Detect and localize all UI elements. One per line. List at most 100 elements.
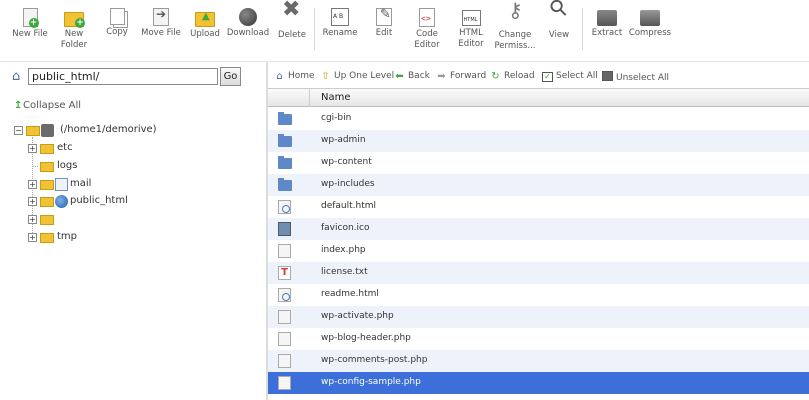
new-folder-button[interactable]: + New Folder [54, 4, 94, 60]
tree-root[interactable]: − (/home1/demorive) [14, 123, 214, 139]
forward-arrow-icon: ➡ [437, 71, 446, 82]
edit-button[interactable]: Edit [366, 4, 402, 60]
select-all-button[interactable]: ✓ Select All [542, 71, 598, 82]
toolbar: + New File + New Folder Copy Move File U… [0, 0, 809, 62]
tree-item-logs[interactable]: logs [28, 159, 228, 175]
new-file-icon: + [22, 8, 39, 28]
directory-tree: ↥Collapse All − (/home1/demorive) + etc … [0, 92, 266, 400]
forward-button[interactable]: ➡ Forward [436, 71, 486, 82]
file-row[interactable]: cgi-bin [268, 108, 809, 130]
delete-label: Delete [278, 30, 306, 40]
change-permissions-button[interactable]: Change Permiss... [494, 4, 536, 60]
file-name: default.html [321, 201, 377, 211]
folder-icon [40, 215, 54, 225]
path-input[interactable] [28, 68, 218, 85]
file-table: Name cgi-bin wp-admin wp-content wp-include… [268, 88, 809, 400]
file-row[interactable]: Tlicense.txt [268, 262, 809, 284]
file-table-header: Name [268, 88, 809, 107]
html-editor-icon [461, 10, 481, 26]
copy-button[interactable]: Copy [100, 4, 134, 60]
file-name: wp-admin [321, 135, 366, 145]
file-name: wp-content [321, 157, 372, 167]
tree-item-tmp[interactable]: + tmp [28, 230, 228, 246]
move-file-button[interactable]: Move File [138, 4, 184, 60]
edit-label: Edit [375, 28, 393, 38]
new-file-button[interactable]: + New File [8, 4, 52, 60]
tree-item-unnamed[interactable]: + [28, 212, 228, 228]
select-all-label: Select All [556, 71, 598, 81]
up-one-level-label: Up One Level [334, 71, 395, 81]
download-button[interactable]: Download [226, 4, 270, 60]
home-icon: ⌂ [276, 71, 283, 82]
file-row[interactable]: wp-content [268, 152, 809, 174]
file-row[interactable]: wp-includes [268, 174, 809, 196]
file-row[interactable]: readme.html [268, 284, 809, 306]
upload-label: Upload [190, 29, 220, 39]
tree-root-label: (/home1/demorive) [60, 124, 157, 135]
extract-icon [597, 10, 617, 26]
collapse-node-icon[interactable]: − [14, 126, 23, 135]
text-file-icon: T [278, 266, 291, 280]
new-file-label: New File [12, 29, 48, 39]
folder-open-icon [26, 126, 40, 136]
collapse-all-link[interactable]: ↥Collapse All [14, 100, 81, 111]
tree-item-label: public_html [70, 195, 128, 206]
file-row[interactable]: wp-admin [268, 130, 809, 152]
html-editor-button[interactable]: HTML Editor [452, 4, 490, 60]
delete-button[interactable]: Delete [274, 4, 310, 60]
file-row[interactable]: wp-config-sample.php [268, 372, 809, 394]
unselect-all-button[interactable]: Unselect All [602, 71, 669, 83]
file-row[interactable]: wp-blog-header.php [268, 328, 809, 350]
file-name: license.txt [321, 267, 368, 277]
file-name: wp-blog-header.php [321, 333, 411, 343]
file-row[interactable]: index.php [268, 240, 809, 262]
go-button[interactable]: Go [220, 67, 241, 86]
expand-node-icon[interactable]: + [28, 233, 37, 242]
reload-button[interactable]: ↻ Reload [490, 71, 535, 82]
back-button[interactable]: ⬅ Back [394, 71, 430, 82]
collapse-icon: ↥ [14, 100, 23, 111]
forward-label: Forward [450, 71, 487, 81]
toolbar-separator [314, 8, 315, 50]
file-name: wp-includes [321, 179, 375, 189]
up-one-level-button[interactable]: ⇧ Up One Level [320, 71, 394, 82]
file-icon [278, 376, 291, 390]
tree-item-etc[interactable]: + etc [28, 141, 228, 157]
expand-node-icon[interactable]: + [28, 144, 37, 153]
name-column-header[interactable]: Name [309, 89, 351, 107]
extract-button[interactable]: Extract [588, 4, 626, 60]
upload-icon [195, 11, 215, 27]
change-permissions-label: Change Permiss... [494, 30, 536, 51]
file-row[interactable]: wp-comments-post.php [268, 350, 809, 372]
file-icon [278, 354, 291, 368]
folder-icon [278, 134, 292, 147]
code-editor-button[interactable]: Code Editor [408, 4, 446, 60]
file-row[interactable]: wp-activate.php [268, 306, 809, 328]
expand-node-icon[interactable]: + [28, 197, 37, 206]
tree-item-mail[interactable]: + mail [28, 177, 228, 193]
file-row[interactable]: default.html [268, 196, 809, 218]
mail-icon [55, 178, 68, 191]
home-nav-button[interactable]: ⌂ Home [274, 71, 314, 82]
folder-icon [40, 197, 54, 207]
file-name: cgi-bin [321, 113, 352, 123]
file-row[interactable]: favicon.ico [268, 218, 809, 240]
expand-node-icon[interactable]: + [28, 180, 37, 189]
compress-icon [640, 10, 660, 26]
folder-icon [40, 180, 54, 190]
tree-item-public-html[interactable]: + public_html [28, 194, 228, 210]
rename-button[interactable]: Rename [320, 4, 360, 60]
file-icon [278, 244, 291, 258]
expand-node-icon[interactable]: + [28, 215, 37, 224]
view-button[interactable]: View [542, 4, 576, 60]
reload-label: Reload [504, 71, 535, 81]
collapse-all-label: Collapse All [23, 100, 82, 111]
folder-icon [278, 156, 292, 169]
new-folder-label: New Folder [60, 29, 88, 50]
upload-button[interactable]: Upload [186, 4, 224, 60]
download-icon [239, 8, 257, 26]
edit-icon [376, 8, 392, 26]
file-name: index.php [321, 245, 366, 255]
reload-icon: ↻ [491, 71, 500, 82]
compress-button[interactable]: Compress [628, 4, 672, 60]
